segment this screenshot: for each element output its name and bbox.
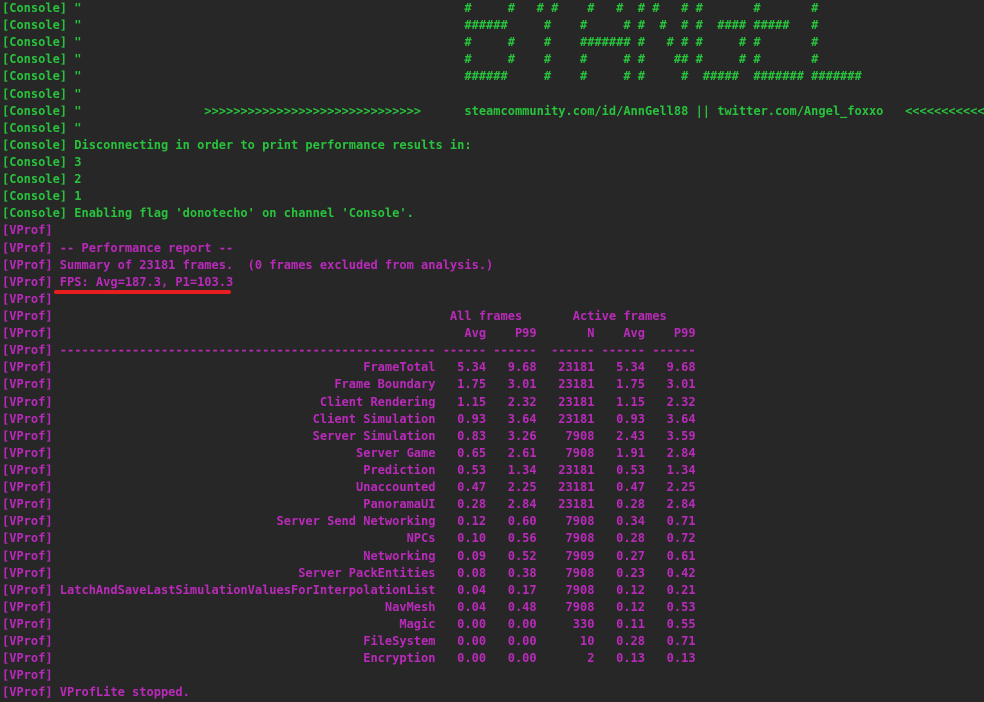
console-line: [VProf] Server Send Networking 0.12 0.60… [2,513,984,530]
console-line: [Console] 1 [2,188,984,205]
console-line: [VProf] NPCs 0.10 0.56 7908 0.28 0.72 [2,530,984,547]
console-output: [Console] " # # # # # # # # # # # #[Cons… [2,0,984,701]
console-line: [Console] " >>>>>>>>>>>>>>>>>>>>>>>>>>>>… [2,103,984,120]
console-line: [VProf] --------------------------------… [2,342,984,359]
console-line: [VProf] Prediction 0.53 1.34 23181 0.53 … [2,462,984,479]
console-line: [VProf] Server Game 0.65 2.61 7908 1.91 … [2,445,984,462]
console-line: [VProf] LatchAndSaveLastSimulationValues… [2,582,984,599]
console-line: [VProf] Server PackEntities 0.08 0.38 79… [2,565,984,582]
console-line: [VProf] Avg P99 N Avg P99 [2,325,984,342]
console-line: [Console] " [2,86,984,103]
console-line: [Console] " ###### # # # # # ##### #####… [2,68,984,85]
console-line: [VProf] -- Performance report -- [2,240,984,257]
console-line: [VProf] Frame Boundary 1.75 3.01 23181 1… [2,376,984,393]
console-line: [VProf] Encryption 0.00 0.00 2 0.13 0.13 [2,650,984,667]
console-line: [Console] 3 [2,154,984,171]
console-line: [VProf] FileSystem 0.00 0.00 10 0.28 0.7… [2,633,984,650]
console-line: [VProf] Networking 0.09 0.52 7909 0.27 0… [2,548,984,565]
console-line: [Console] " # # # # # # ## # # # # [2,51,984,68]
console-line: [VProf] All frames Active frames [2,308,984,325]
console-line: [VProf] [2,667,984,684]
console-line: [Console] " ###### # # # # # # # #### ##… [2,17,984,34]
console-line: [VProf] Summary of 23181 frames. (0 fram… [2,257,984,274]
console-line: [Console] 2 [2,171,984,188]
console-line: [Console] " # # # ####### # # # # # # # [2,34,984,51]
red-underline-annotation [54,290,231,294]
console-line: [Console] " # # # # # # # # # # # # [2,0,984,17]
console-line: [VProf] Magic 0.00 0.00 330 0.11 0.55 [2,616,984,633]
console-line: [VProf] NavMesh 0.04 0.48 7908 0.12 0.53 [2,599,984,616]
console-line: [VProf] FrameTotal 5.34 9.68 23181 5.34 … [2,359,984,376]
console-line: [VProf] Unaccounted 0.47 2.25 23181 0.47… [2,479,984,496]
console-line: [VProf] Server Simulation 0.83 3.26 7908… [2,428,984,445]
console-line: [VProf] PanoramaUI 0.28 2.84 23181 0.28 … [2,496,984,513]
console-line: [Console] Enabling flag 'donotecho' on c… [2,205,984,222]
console-line: [Console] Disconnecting in order to prin… [2,137,984,154]
console-line: [VProf] VProfLite stopped. [2,684,984,701]
console-line: [Console] " [2,120,984,137]
console-line: [VProf] Client Rendering 1.15 2.32 23181… [2,394,984,411]
console-line: [VProf] FPS: Avg=187.3, P1=103.3 [2,274,984,291]
console-line: [VProf] Client Simulation 0.93 3.64 2318… [2,411,984,428]
console-line: [VProf] [2,222,984,239]
